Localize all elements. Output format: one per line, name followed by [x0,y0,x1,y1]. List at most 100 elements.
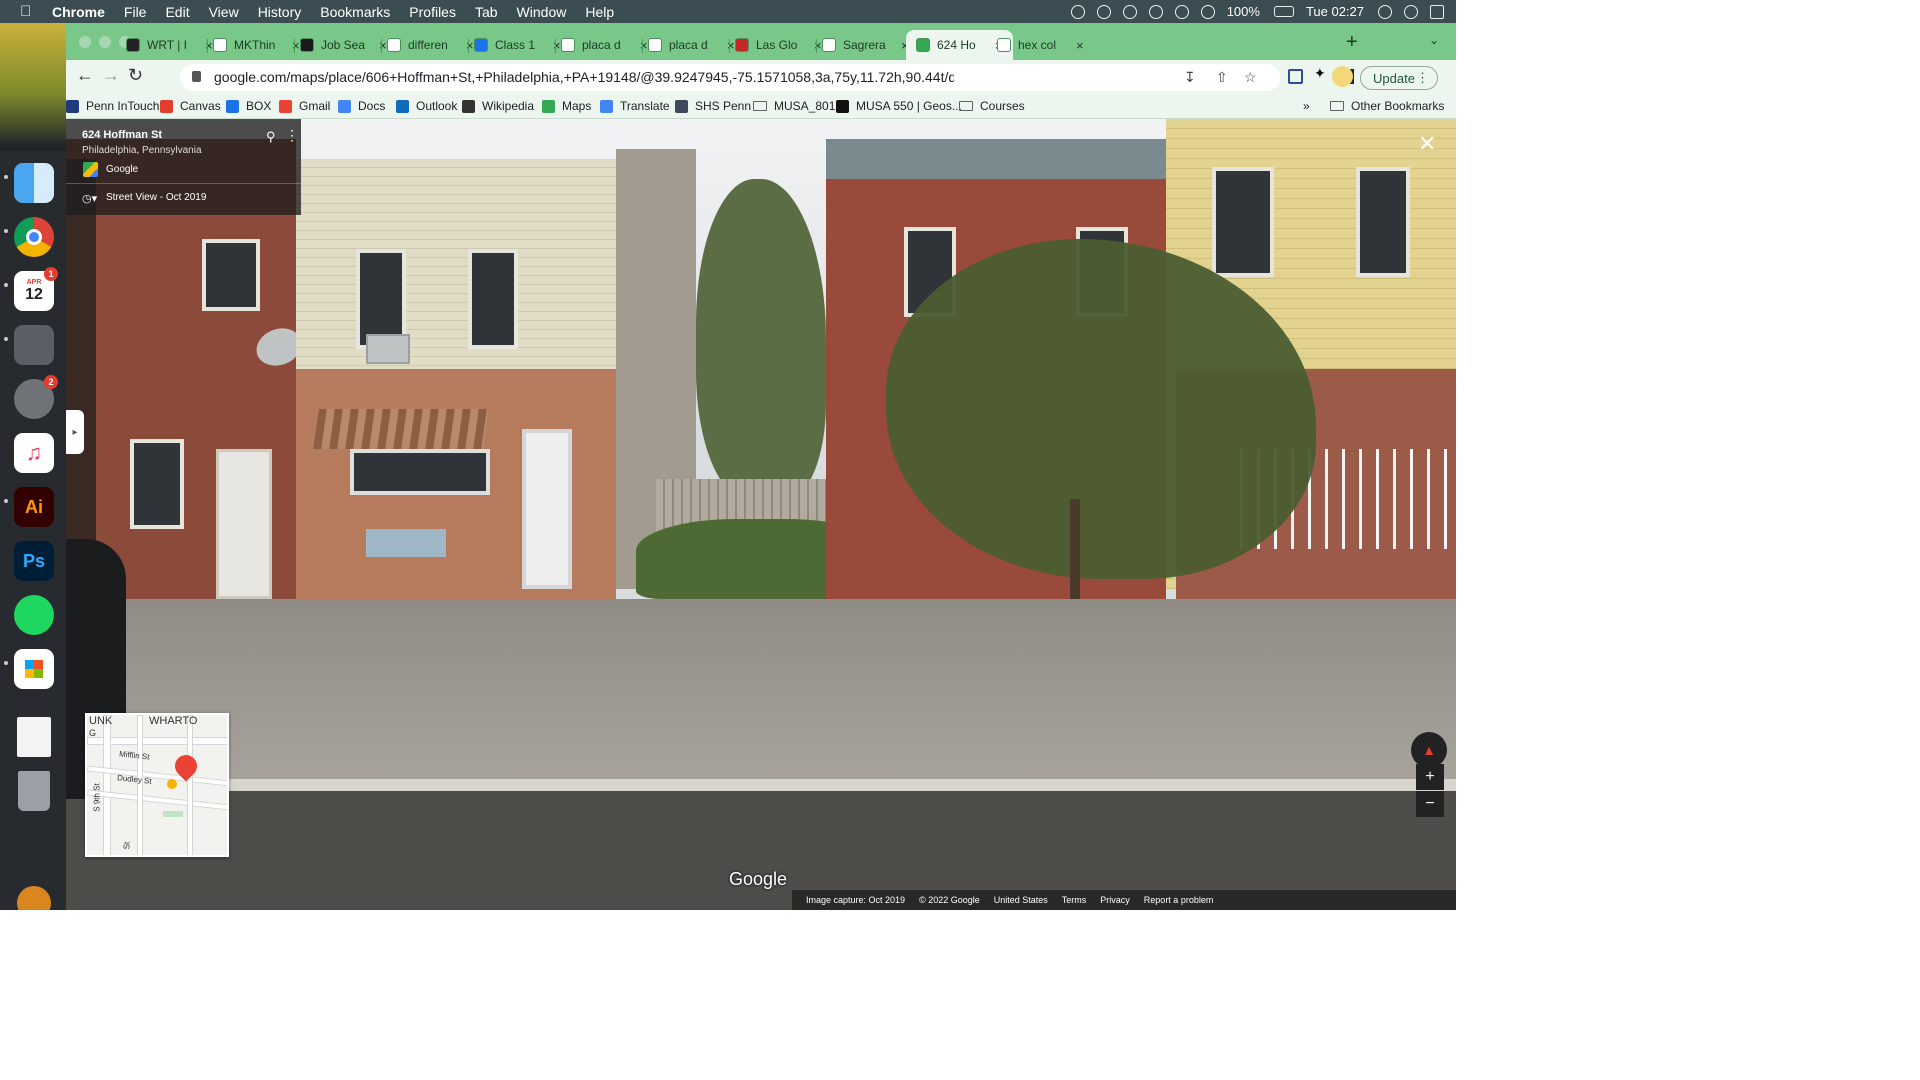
trash-icon[interactable] [18,771,50,811]
zoom-in-button[interactable]: + [1416,764,1444,790]
calendar-icon[interactable]: APR 12 1 [14,267,58,311]
tab-close-icon[interactable]: × [1076,38,1084,53]
bookmark-9[interactable]: Translate [600,99,670,113]
battery-icon[interactable] [1273,6,1294,17]
tab-5[interactable]: Class 1 × [474,30,561,60]
menu-bookmarks[interactable]: Bookmarks [320,4,390,20]
dropbox-icon[interactable] [1096,4,1111,19]
menu-edit[interactable]: Edit [165,4,189,20]
bookmark-3[interactable]: BOX [226,99,271,113]
country-link[interactable]: United States [994,895,1048,905]
tools-icon[interactable] [1122,4,1137,19]
music-icon[interactable]: ♫ [14,433,54,473]
tab-8[interactable]: Las Glo × [735,30,822,60]
street-view-date[interactable]: Street View - Oct 2019 [106,192,206,203]
install-app-icon[interactable]: ↧ [1184,69,1196,86]
photos-icon[interactable] [14,325,54,365]
tab-3[interactable]: Job Sea × [300,30,387,60]
control-center-icon[interactable] [1430,4,1444,19]
place-subtitle: Philadelphia, Pennsylvania [82,145,202,156]
zoom-out-button[interactable]: − [1416,791,1444,817]
bookmark-11[interactable]: MUSA_801 [753,99,835,113]
other-bookmarks-label: Other Bookmarks [1351,99,1445,113]
menu-app-name[interactable]: Chrome [52,4,105,20]
time-machine-icon[interactable] [1148,4,1163,19]
bookmark-1[interactable]: Penn InTouch [66,99,159,113]
tab-1[interactable]: WRT | I × [126,30,213,60]
street-view-panorama[interactable]: 624 Hoffman St Philadelphia, Pennsylvani… [66,119,1456,910]
extensions-icon[interactable]: ✦ [1314,65,1329,81]
tab-9[interactable]: Sagrera × [822,30,909,60]
bookmark-10[interactable]: SHS Penn [675,99,751,113]
forward-button[interactable]: → [102,65,120,86]
bookmark-5[interactable]: Docs [338,99,385,113]
document-icon[interactable] [17,717,51,757]
back-button[interactable]: ← [76,65,94,86]
location-pin-icon[interactable]: ⚲ [266,129,276,145]
illustrator-icon[interactable]: Ai [14,487,54,527]
apple-menu-icon[interactable]:  [20,3,38,20]
menu-clock[interactable]: Tue 02:27 [1306,4,1364,19]
window-close-button[interactable] [79,36,91,48]
system-preferences-icon[interactable]: 2 [14,375,58,419]
expand-panel-button[interactable]: ▸ [66,410,84,454]
bookmark-6[interactable]: Outlook [396,99,457,113]
bookmark-7[interactable]: Wikipedia [462,99,534,113]
spotify-icon[interactable] [14,595,54,635]
bookmark-4[interactable]: Gmail [279,99,330,113]
close-street-view-button[interactable]: ✕ [1418,131,1436,157]
minimap[interactable]: UNK WHARTO G Mifflin St Dudley St S 9th … [85,713,229,857]
lock-icon[interactable] [192,71,201,82]
compass-icon[interactable]: ▲ [1411,732,1447,768]
address-url[interactable]: google.com/maps/place/606+Hoffman+St,+Ph… [214,69,954,85]
place-title[interactable]: 624 Hoffman St [82,129,162,141]
bookmark-8[interactable]: Maps [542,99,591,113]
bookmarks-overflow-button[interactable]: » [1303,99,1310,113]
user-avatar-icon[interactable] [1404,4,1418,19]
new-tab-button[interactable]: + [1346,31,1358,54]
penn-icon [66,99,79,113]
bookmark-12[interactable]: MUSA 550 | Geos... [836,99,962,113]
tab-4[interactable]: differen × [387,30,474,60]
reader-extension-icon[interactable] [1288,69,1303,84]
bookmark-star-icon[interactable]: ☆ [1244,69,1257,86]
profile-avatar-icon[interactable] [1332,66,1353,87]
wifi-icon[interactable] [1200,4,1215,19]
menu-view[interactable]: View [209,4,239,20]
tab-11[interactable]: hex col × [997,30,1084,60]
menu-file[interactable]: File [124,4,147,20]
history-clock-icon[interactable]: ◷▾ [82,192,97,205]
bluetooth-icon[interactable] [1174,4,1189,19]
terms-link[interactable]: Terms [1062,895,1087,905]
tab-search-icon[interactable]: ⌄ [1429,33,1439,47]
menu-help[interactable]: Help [585,4,614,20]
bookmark-label: MUSA_801 [774,99,836,113]
chrome-icon[interactable] [14,217,54,257]
menu-tab[interactable]: Tab [475,4,498,20]
docs-icon [338,99,351,113]
other-bookmarks[interactable]: Other Bookmarks [1330,99,1444,113]
tab-2[interactable]: MKThin × [213,30,300,60]
window-minimize-button[interactable] [99,36,111,48]
menu-window[interactable]: Window [517,4,567,20]
creative-cloud-icon[interactable] [1070,4,1085,19]
photoshop-icon[interactable]: Ps [14,541,54,581]
reload-button[interactable]: ↻ [128,65,143,86]
share-icon[interactable]: ⇧ [1216,69,1228,86]
finder-icon[interactable] [14,163,54,203]
update-button[interactable]: Update ⋮ [1360,66,1438,90]
bookmark-2[interactable]: Canvas [160,99,221,113]
tab-6[interactable]: placa d × [561,30,648,60]
tab-7[interactable]: placa d × [648,30,735,60]
privacy-link[interactable]: Privacy [1100,895,1130,905]
report-problem-link[interactable]: Report a problem [1144,895,1214,905]
more-options-icon[interactable]: ⋮ [285,127,299,144]
status-area: 100% Tue 02:27 [1070,0,1456,23]
spotlight-icon[interactable] [1378,4,1392,19]
menu-history[interactable]: History [258,4,302,20]
menu-profiles[interactable]: Profiles [409,4,456,20]
address-bar[interactable]: google.com/maps/place/606+Hoffman+St,+Ph… [180,64,1280,91]
stickies-icon[interactable] [17,886,51,910]
office-icon[interactable] [14,649,54,689]
bookmark-13[interactable]: Courses [959,99,1025,113]
